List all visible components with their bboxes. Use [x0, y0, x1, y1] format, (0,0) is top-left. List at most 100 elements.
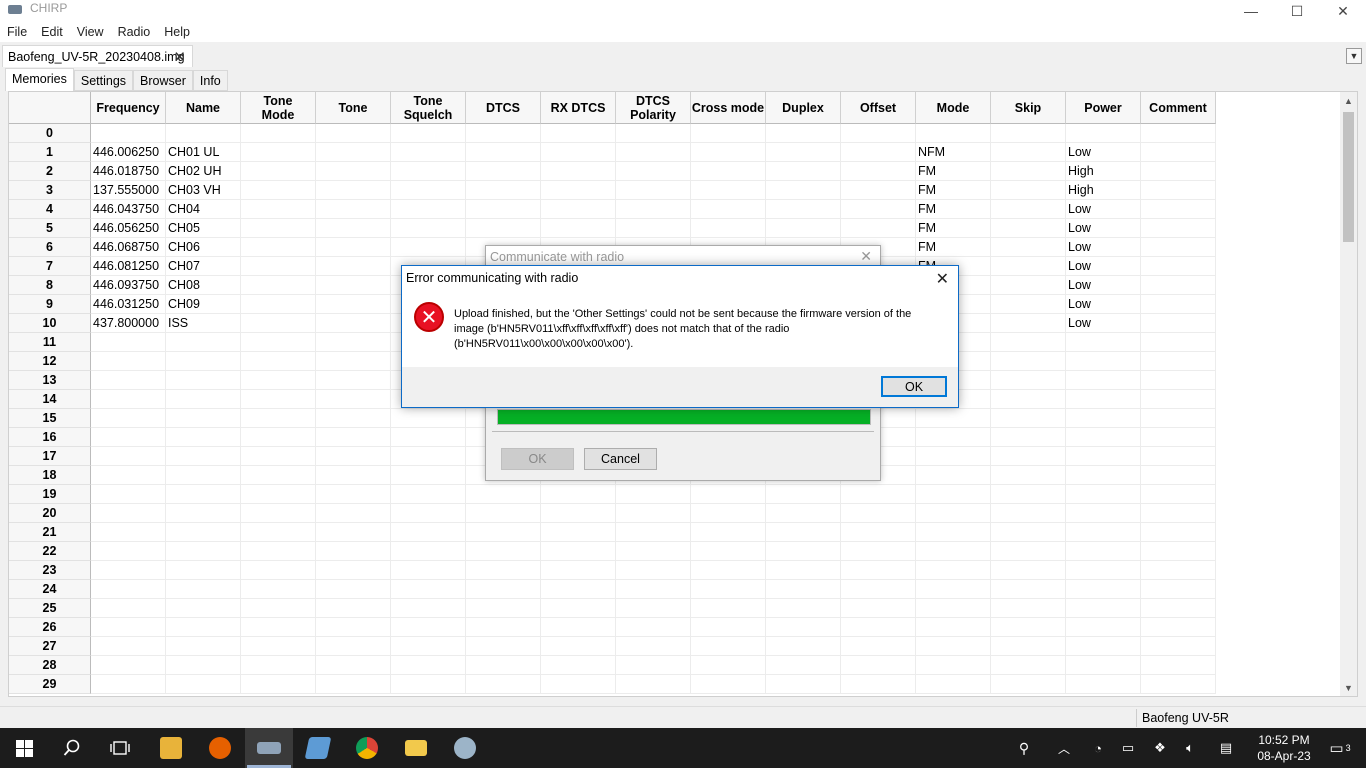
grid-cell[interactable]: [616, 656, 691, 675]
grid-cell[interactable]: [1141, 162, 1216, 181]
grid-cell[interactable]: FM: [916, 200, 991, 219]
grid-cell[interactable]: [91, 618, 166, 637]
grid-cell[interactable]: Low: [1066, 295, 1141, 314]
grid-cell[interactable]: [991, 428, 1066, 447]
column-header[interactable]: Name: [166, 92, 241, 124]
notification-center-button[interactable]: ▭ 3: [1320, 728, 1360, 768]
grid-cell[interactable]: [1141, 599, 1216, 618]
grid-cell[interactable]: [391, 561, 466, 580]
grid-cell[interactable]: [241, 124, 316, 143]
grid-cell[interactable]: [916, 409, 991, 428]
grid-cell[interactable]: [1141, 257, 1216, 276]
grid-cell[interactable]: [766, 542, 841, 561]
grid-cell[interactable]: [1141, 409, 1216, 428]
grid-cell[interactable]: Low: [1066, 314, 1141, 333]
grid-cell[interactable]: [1141, 580, 1216, 599]
grid-cell[interactable]: [466, 523, 541, 542]
battery-icon[interactable]: ▭: [1114, 728, 1142, 768]
grid-cell[interactable]: [91, 333, 166, 352]
grid-cell[interactable]: [841, 542, 916, 561]
grid-cell[interactable]: [616, 162, 691, 181]
row-number[interactable]: 6: [9, 238, 91, 257]
grid-cell[interactable]: [1141, 447, 1216, 466]
grid-cell[interactable]: [91, 409, 166, 428]
grid-cell[interactable]: [1141, 200, 1216, 219]
grid-cell[interactable]: [316, 599, 391, 618]
grid-cell[interactable]: [241, 143, 316, 162]
grid-cell[interactable]: [466, 124, 541, 143]
grid-cell[interactable]: [541, 504, 616, 523]
grid-cell[interactable]: 137.555000: [91, 181, 166, 200]
grid-cell[interactable]: [991, 352, 1066, 371]
grid-cell[interactable]: CH06: [166, 238, 241, 257]
grid-cell[interactable]: [241, 618, 316, 637]
grid-cell[interactable]: 446.043750: [91, 200, 166, 219]
grid-cell[interactable]: [916, 675, 991, 694]
grid-cell[interactable]: [616, 542, 691, 561]
grid-cell[interactable]: [1066, 675, 1141, 694]
search-button[interactable]: [48, 728, 96, 768]
grid-cell[interactable]: [841, 637, 916, 656]
grid-cell[interactable]: [916, 637, 991, 656]
grid-cell[interactable]: [691, 124, 766, 143]
grid-cell[interactable]: [91, 637, 166, 656]
grid-cell[interactable]: [466, 485, 541, 504]
grid-cell[interactable]: [91, 124, 166, 143]
grid-cell[interactable]: [991, 238, 1066, 257]
row-number[interactable]: 9: [9, 295, 91, 314]
grid-cell[interactable]: [316, 219, 391, 238]
grid-cell[interactable]: [316, 352, 391, 371]
grid-cell[interactable]: [316, 675, 391, 694]
grid-cell[interactable]: [1141, 637, 1216, 656]
grid-cell[interactable]: [466, 219, 541, 238]
grid-cell[interactable]: [841, 162, 916, 181]
grid-cell[interactable]: [166, 466, 241, 485]
grid-cell[interactable]: [541, 200, 616, 219]
people-icon[interactable]: ⚲: [1010, 728, 1038, 768]
grid-cell[interactable]: [241, 352, 316, 371]
grid-cell[interactable]: [241, 580, 316, 599]
row-number[interactable]: 22: [9, 542, 91, 561]
column-header[interactable]: Duplex: [766, 92, 841, 124]
grid-cell[interactable]: [1141, 371, 1216, 390]
taskbar-chrome-app[interactable]: [343, 728, 391, 768]
grid-cell[interactable]: [691, 675, 766, 694]
grid-cell[interactable]: [916, 580, 991, 599]
grid-cell[interactable]: [466, 656, 541, 675]
grid-cell[interactable]: [991, 485, 1066, 504]
grid-cell[interactable]: [991, 656, 1066, 675]
grid-cell[interactable]: [541, 599, 616, 618]
grid-cell[interactable]: [841, 599, 916, 618]
grid-cell[interactable]: [766, 656, 841, 675]
grid-cell[interactable]: FM: [916, 162, 991, 181]
grid-cell[interactable]: [841, 181, 916, 200]
grid-cell[interactable]: [691, 143, 766, 162]
grid-cell[interactable]: [316, 257, 391, 276]
grid-cell[interactable]: [1066, 352, 1141, 371]
grid-cell[interactable]: [991, 314, 1066, 333]
grid-cell[interactable]: [391, 542, 466, 561]
grid-cell[interactable]: [466, 181, 541, 200]
grid-cell[interactable]: [391, 181, 466, 200]
grid-cell[interactable]: [466, 561, 541, 580]
row-number[interactable]: 28: [9, 656, 91, 675]
grid-cell[interactable]: [541, 485, 616, 504]
grid-cell[interactable]: [916, 466, 991, 485]
grid-cell[interactable]: [391, 238, 466, 257]
grid-cell[interactable]: FM: [916, 238, 991, 257]
grid-cell[interactable]: [616, 523, 691, 542]
row-number[interactable]: 0: [9, 124, 91, 143]
menu-file[interactable]: File: [0, 22, 34, 42]
taskbar-firefox-app[interactable]: [196, 728, 244, 768]
column-header[interactable]: RX DTCS: [541, 92, 616, 124]
grid-cell[interactable]: [1066, 124, 1141, 143]
grid-cell[interactable]: High: [1066, 162, 1141, 181]
grid-cell[interactable]: [391, 580, 466, 599]
grid-cell[interactable]: [241, 656, 316, 675]
grid-cell[interactable]: [916, 485, 991, 504]
grid-cell[interactable]: [1066, 428, 1141, 447]
grid-cell[interactable]: [1141, 485, 1216, 504]
grid-cell[interactable]: [316, 504, 391, 523]
title-bar[interactable]: CHIRP — ☐ ✕: [0, 0, 1366, 22]
grid-cell[interactable]: [241, 314, 316, 333]
